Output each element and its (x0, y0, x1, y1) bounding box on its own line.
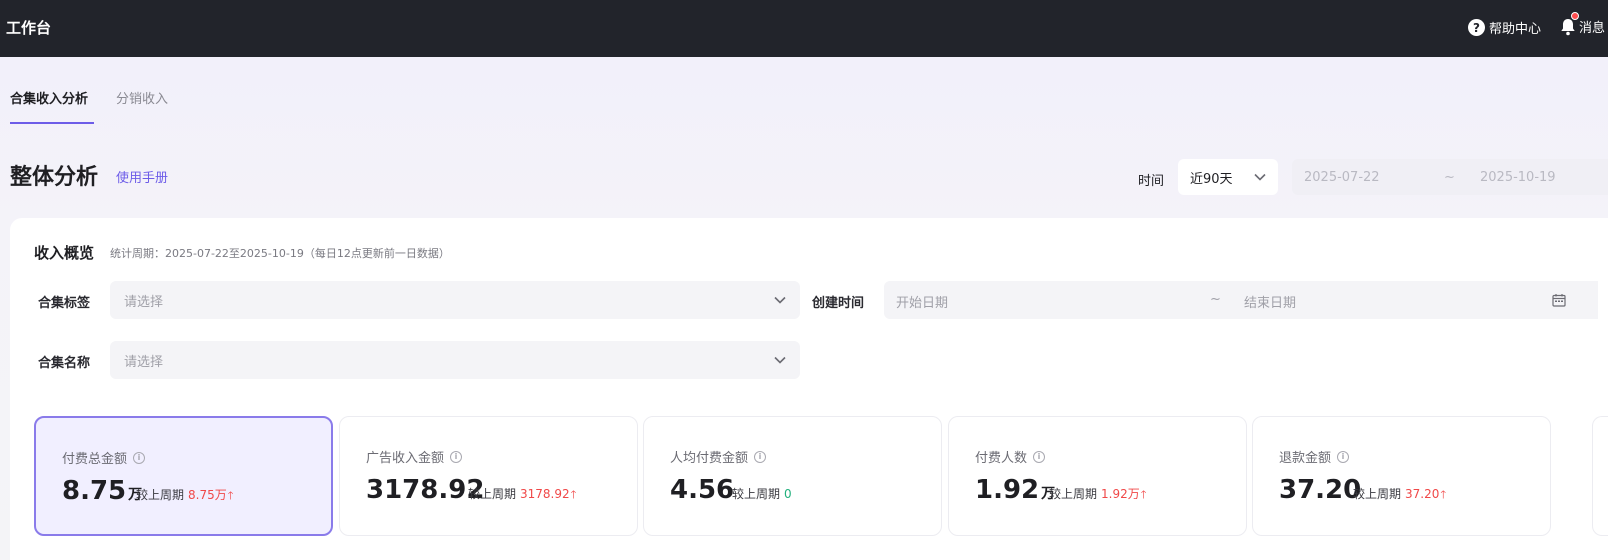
time-label: 时间 (1138, 174, 1165, 189)
messages-label: 消息 (1579, 21, 1606, 36)
name-select[interactable]: 请选择 (110, 341, 800, 379)
tag-filter-label: 合集标签 (38, 296, 91, 311)
date-range-end: 2025-10-19 (1480, 169, 1556, 185)
date-range-separator: ~ (1444, 169, 1455, 185)
metric-value: 1.92 (975, 475, 1040, 505)
arrow-up-icon: 🡑 (570, 488, 577, 501)
arrow-up-icon: 🡑 (1440, 488, 1447, 501)
metric-value-row: 3178.92 (366, 475, 484, 505)
create-time-range-picker[interactable]: 开始日期 ~ 结束日期 (884, 281, 1598, 319)
compare-label: 较上周期 (1353, 487, 1402, 501)
metric-title: 付费总金额 (62, 452, 128, 467)
messages-link[interactable]: 消息 (1560, 11, 1606, 36)
metric-delta: 8.75万 (188, 488, 227, 502)
metric-ad-income[interactable]: 广告收入金额 i 3178.92 较上周期 3178.92🡑 (339, 416, 638, 536)
metric-compare: 较上周期 8.75万🡑 (136, 486, 233, 506)
compare-label: 较上周期 (732, 487, 781, 501)
metric-refund[interactable]: 退款金额 i 37.20 较上周期 37.20🡑 (1252, 416, 1551, 536)
tab-distribution-income[interactable]: 分销收入 (116, 88, 168, 124)
time-range-value: 近90天 (1190, 171, 1233, 187)
arrow-up-icon: 🡑 (227, 489, 234, 502)
chevron-down-icon (1254, 173, 1266, 181)
metric-delta: 0 (784, 487, 792, 501)
metric-value-row: 8.75 万 (62, 476, 142, 506)
calendar-icon (1552, 294, 1566, 307)
metric-title-row: 付费总金额 i (62, 448, 146, 467)
metric-compare: 较上周期 37.20🡑 (1353, 485, 1446, 505)
help-center-label: 帮助中心 (1489, 22, 1542, 37)
top-bar: 工作台 ? 帮助中心 消息 (0, 0, 1608, 57)
end-date-placeholder: 结束日期 (1244, 296, 1297, 311)
metric-title: 人均付费金额 (670, 451, 749, 466)
user-manual-link[interactable]: 使用手册 (116, 167, 168, 186)
metric-delta: 1.92万 (1101, 487, 1140, 501)
metric-card-partial[interactable] (1592, 416, 1608, 536)
metric-compare: 较上周期 0 (732, 485, 792, 502)
name-select-placeholder: 请选择 (124, 354, 164, 370)
metric-delta: 37.20 (1405, 487, 1440, 501)
question-circle-icon: ? (1468, 19, 1485, 36)
metric-avg-paid[interactable]: 人均付费金额 i 4.56 较上周期 0 (643, 416, 942, 536)
info-icon[interactable]: i (450, 450, 463, 463)
tag-select-placeholder: 请选择 (124, 294, 164, 310)
metric-paid-users[interactable]: 付费人数 i 1.92 万 较上周期 1.92万🡑 (948, 416, 1247, 536)
help-center-link[interactable]: ? 帮助中心 (1468, 18, 1541, 37)
metric-title-row: 退款金额 i (1279, 447, 1350, 466)
metric-value: 3178.92 (366, 475, 485, 505)
date-range-start: 2025-07-22 (1304, 169, 1380, 185)
metric-title: 付费人数 (975, 451, 1028, 466)
tag-select[interactable]: 请选择 (110, 281, 800, 319)
info-icon[interactable]: i (1033, 450, 1046, 463)
notification-dot (1571, 11, 1579, 20)
compare-label: 较上周期 (136, 488, 185, 502)
metric-title-row: 广告收入金额 i (366, 447, 463, 466)
metric-title-row: 付费人数 i (975, 447, 1046, 466)
metric-compare: 较上周期 3178.92🡑 (468, 485, 576, 505)
overview-period: 统计周期：2025-07-22至2025-10-19（每日12点更新前一日数据） (110, 247, 450, 260)
bell-icon (1560, 11, 1579, 36)
workbench-title[interactable]: 工作台 (6, 17, 51, 38)
metric-compare: 较上周期 1.92万🡑 (1049, 485, 1146, 505)
arrow-up-icon: 🡑 (1140, 488, 1147, 501)
metric-title-row: 人均付费金额 i (670, 447, 767, 466)
metric-value: 37.20 (1279, 475, 1362, 505)
metric-value-row: 37.20 (1279, 475, 1361, 505)
metric-value-row: 1.92 万 (975, 475, 1055, 505)
create-time-label: 创建时间 (812, 296, 865, 311)
compare-label: 较上周期 (468, 487, 517, 501)
page-title: 整体分析 (10, 165, 99, 190)
metric-value: 4.56 (670, 475, 735, 505)
metric-title: 广告收入金额 (366, 451, 445, 466)
metric-value-row: 4.56 (670, 475, 734, 505)
create-time-separator: ~ (1210, 292, 1221, 307)
date-range-picker[interactable]: 2025-07-22 ~ 2025-10-19 (1292, 159, 1608, 195)
metric-value: 8.75 (62, 476, 127, 506)
metric-total-paid[interactable]: 付费总金额 i 8.75 万 较上周期 8.75万🡑 (34, 416, 333, 536)
overview-title: 收入概览 (34, 244, 95, 262)
chevron-down-icon (774, 296, 786, 304)
tab-collection-income[interactable]: 合集收入分析 (10, 88, 95, 124)
time-range-select[interactable]: 近90天 (1178, 159, 1278, 195)
info-icon[interactable]: i (1337, 450, 1350, 463)
metric-title: 退款金额 (1279, 451, 1332, 466)
info-icon[interactable]: i (754, 450, 767, 463)
name-filter-label: 合集名称 (38, 356, 91, 371)
analysis-tabs: 合集收入分析 分销收入 (10, 88, 168, 124)
info-icon[interactable]: i (133, 451, 146, 464)
compare-label: 较上周期 (1049, 487, 1098, 501)
start-date-placeholder: 开始日期 (896, 296, 949, 311)
metric-delta: 3178.92 (520, 487, 570, 501)
chevron-down-icon (774, 356, 786, 364)
